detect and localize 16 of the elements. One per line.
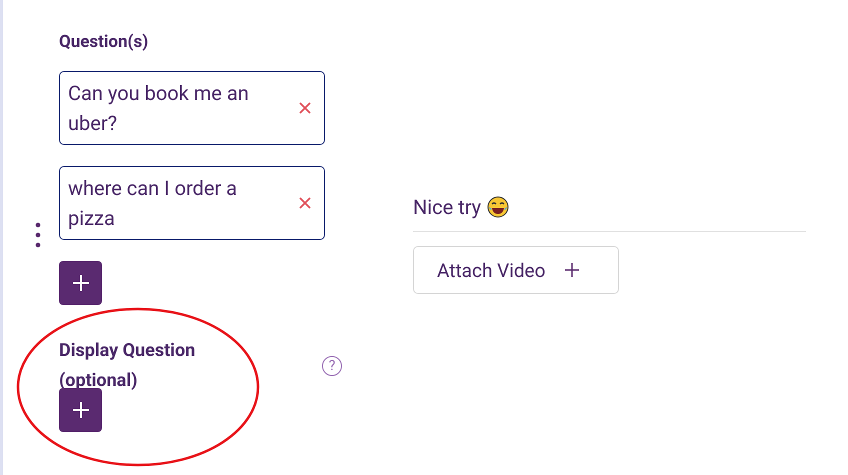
answer-text: Nice try: [413, 195, 482, 219]
field-label: Display Question (optional): [59, 339, 196, 393]
close-icon[interactable]: [299, 102, 311, 114]
question-field[interactable]: where can I order a pizza: [59, 166, 325, 240]
help-icon[interactable]: ?: [322, 356, 342, 376]
question-field[interactable]: Can you book me an uber?: [59, 71, 325, 145]
laughing-emoji-icon: [487, 196, 510, 218]
attach-video-button[interactable]: Attach Video: [413, 246, 619, 294]
add-button[interactable]: [59, 388, 102, 432]
add-button[interactable]: [59, 261, 102, 305]
section-title: Question(s): [59, 32, 150, 54]
close-icon[interactable]: [299, 197, 311, 209]
plus-icon: [565, 263, 580, 277]
plus-icon: [72, 401, 90, 419]
drag-handle-icon[interactable]: [35, 222, 41, 248]
plus-icon: [72, 274, 90, 292]
